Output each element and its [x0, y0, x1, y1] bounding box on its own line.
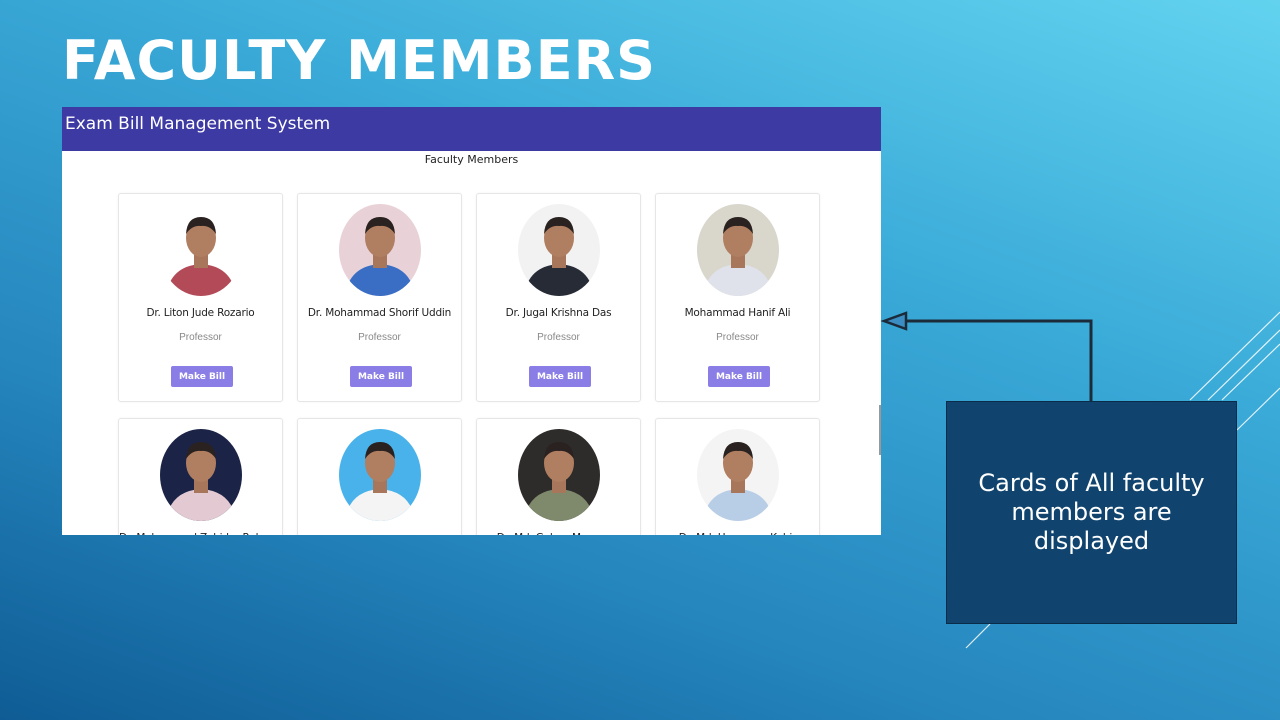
arrow-line: [900, 319, 1093, 401]
arrow-head: [880, 311, 908, 331]
callout-text: Cards of All faculty members are display…: [978, 469, 1205, 555]
callout-box: Cards of All faculty members are display…: [946, 401, 1237, 624]
